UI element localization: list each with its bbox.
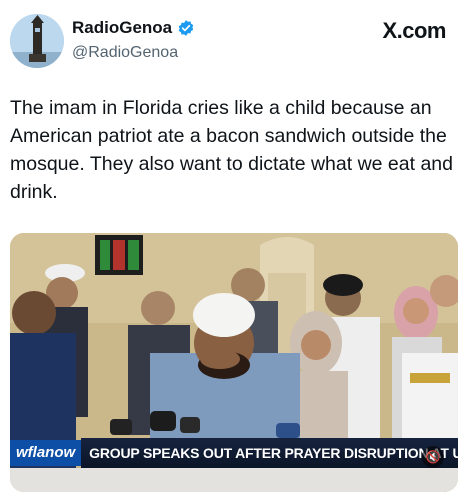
- author-display-name[interactable]: RadioGenoa: [72, 18, 172, 38]
- author-avatar[interactable]: [10, 14, 64, 68]
- x-brand-logo: X.com: [382, 18, 446, 43]
- tower-avatar: [10, 14, 64, 68]
- tweet-header: RadioGenoa @RadioGenoa X.com: [0, 0, 468, 86]
- station-logo: wflanow: [10, 440, 82, 466]
- news-headline: GROUP SPEAKS OUT AFTER PRAYER DISRUPTION…: [81, 438, 458, 468]
- tweet-text: The imam in Florida cries like a child b…: [10, 97, 453, 203]
- tweet-video[interactable]: wflanow GROUP SPEAKS OUT AFTER PRAYER DI…: [10, 233, 458, 492]
- news-lower-third: wflanow GROUP SPEAKS OUT AFTER PRAYER DI…: [10, 438, 458, 468]
- author-handle[interactable]: @RadioGenoa: [72, 44, 178, 62]
- speaker-muted-icon[interactable]: 🔇: [422, 446, 444, 468]
- verified-badge-icon: [178, 20, 194, 36]
